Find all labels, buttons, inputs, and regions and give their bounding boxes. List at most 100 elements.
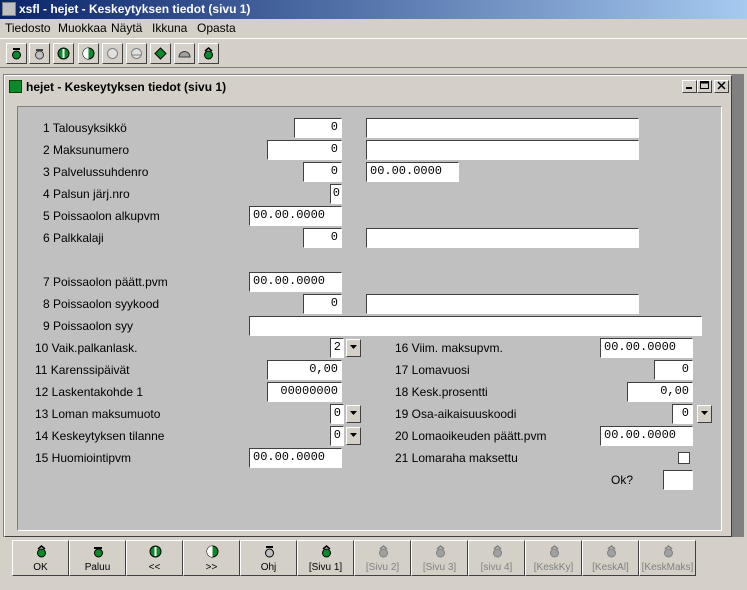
sivu4-button-label: [sivu 4] bbox=[480, 562, 513, 573]
tool-prev-icon bbox=[57, 47, 70, 60]
f14-dropdown-button[interactable] bbox=[346, 427, 361, 445]
ok-button[interactable]: OK bbox=[12, 540, 69, 576]
f10-label: 10 Vaik.palkanlask. bbox=[35, 341, 138, 355]
child-window-icon bbox=[9, 80, 22, 93]
minimize-icon bbox=[686, 87, 692, 89]
paluu-button[interactable]: Paluu bbox=[69, 540, 126, 576]
ok-icon bbox=[37, 545, 46, 558]
maximize-icon bbox=[700, 81, 709, 89]
f8-input[interactable]: 0 bbox=[303, 294, 342, 314]
tool-next-button[interactable] bbox=[78, 43, 99, 64]
f10-input[interactable]: 2 bbox=[330, 338, 344, 358]
tool-refresh-button[interactable] bbox=[198, 43, 219, 64]
f14-label: 14 Keskeytyksen tilanne bbox=[35, 429, 165, 443]
f3-input[interactable]: 0 bbox=[303, 162, 342, 182]
f15-input[interactable]: 00.00.0000 bbox=[249, 448, 342, 468]
sivu2-button-label: [Sivu 2] bbox=[365, 562, 400, 573]
menu-opasta[interactable]: Opasta bbox=[197, 21, 236, 35]
minimize-button[interactable] bbox=[682, 80, 697, 93]
next-icon bbox=[206, 545, 219, 558]
child-titlebar: hejet - Keskeytyksen tiedot (sivu 1) bbox=[7, 78, 729, 96]
ohj-button[interactable]: Ohj bbox=[240, 540, 297, 576]
f16-input[interactable]: 00.00.0000 bbox=[600, 338, 693, 358]
sivu2-button[interactable]: [Sivu 2] bbox=[354, 540, 411, 576]
menu-nayta[interactable]: Näytä bbox=[111, 21, 142, 35]
page-icon bbox=[493, 545, 502, 558]
tool-back-button[interactable] bbox=[29, 43, 50, 64]
page-icon bbox=[436, 545, 445, 558]
keskal-button[interactable]: [KeskAl] bbox=[582, 540, 639, 576]
f3-date: 00.00.0000 bbox=[366, 162, 459, 182]
ok-button-label: OK bbox=[33, 562, 48, 573]
tool-ok-button[interactable] bbox=[6, 43, 27, 64]
page-icon bbox=[664, 545, 673, 558]
maximize-button[interactable] bbox=[697, 80, 712, 93]
toolbar bbox=[0, 38, 747, 68]
tool-refresh-icon bbox=[204, 47, 213, 60]
prev-page-button[interactable]: << bbox=[126, 540, 183, 576]
f16-label: 16 Viim. maksupvm. bbox=[395, 341, 503, 355]
tool-diamond-icon bbox=[154, 47, 167, 60]
f5-input[interactable]: 00.00.0000 bbox=[249, 206, 342, 226]
ok-label: Ok? bbox=[611, 473, 634, 487]
tool-gauge-button[interactable] bbox=[174, 43, 195, 64]
tool-next-icon bbox=[82, 47, 95, 60]
f18-label: 18 Kesk.prosentti bbox=[395, 385, 488, 399]
keskky-button[interactable]: [KeskKy] bbox=[525, 540, 582, 576]
page-icon bbox=[379, 545, 388, 558]
sivu3-button[interactable]: [Sivu 3] bbox=[411, 540, 468, 576]
keskky-button-label: [KeskKy] bbox=[533, 562, 574, 573]
f4-label: 4 Palsun järj.nro bbox=[43, 187, 130, 201]
tool-diamond-button[interactable] bbox=[150, 43, 171, 64]
prev-page-label: << bbox=[148, 562, 161, 573]
keskmaks-button[interactable]: [KeskMaks] bbox=[639, 540, 696, 576]
menu-tiedosto[interactable]: Tiedosto bbox=[5, 21, 51, 35]
f21-checkbox[interactable] bbox=[678, 452, 690, 464]
f9-label: 9 Poissaolon syy bbox=[43, 319, 134, 333]
f2-desc bbox=[366, 140, 639, 160]
f13-dropdown-button[interactable] bbox=[346, 405, 361, 423]
f19-input[interactable]: 0 bbox=[672, 404, 693, 424]
app-icon bbox=[2, 2, 16, 16]
f17-input[interactable]: 0 bbox=[654, 360, 693, 380]
f18-input[interactable]: 0,00 bbox=[627, 382, 693, 402]
menu-muokkaa[interactable]: Muokkaa bbox=[58, 21, 107, 35]
close-button[interactable] bbox=[714, 80, 729, 93]
f13-input[interactable]: 0 bbox=[330, 404, 344, 424]
tool-circle-button[interactable] bbox=[102, 43, 123, 64]
page-icon bbox=[607, 545, 616, 558]
f11-label: 11 Karenssipäivät bbox=[35, 363, 130, 377]
f20-input[interactable]: 00.00.0000 bbox=[600, 426, 693, 446]
sivu1-button[interactable]: [Sivu 1] bbox=[297, 540, 354, 576]
f9-input[interactable] bbox=[249, 316, 702, 336]
next-page-label: >> bbox=[205, 562, 218, 573]
chevron-down-icon bbox=[701, 411, 708, 415]
f2-label: 2 Maksunumero bbox=[43, 143, 130, 157]
tool-half-circle-button[interactable] bbox=[126, 43, 147, 64]
f21-label: 21 Lomaraha maksettu bbox=[395, 451, 518, 465]
f8-desc bbox=[366, 294, 639, 314]
f6-input[interactable]: 0 bbox=[303, 228, 342, 248]
f1-input[interactable]: 0 bbox=[294, 118, 342, 138]
tool-gauge-icon bbox=[178, 51, 191, 58]
ok-input[interactable] bbox=[663, 470, 693, 490]
menu-ikkuna[interactable]: Ikkuna bbox=[152, 21, 187, 35]
chevron-down-icon bbox=[350, 345, 357, 349]
prev-icon bbox=[149, 545, 162, 558]
f2-input[interactable]: 0 bbox=[267, 140, 342, 160]
tool-prev-button[interactable] bbox=[53, 43, 74, 64]
f14-input[interactable]: 0 bbox=[330, 426, 344, 446]
f19-dropdown-button[interactable] bbox=[697, 405, 712, 423]
next-page-button[interactable]: >> bbox=[183, 540, 240, 576]
f7-input[interactable]: 00.00.0000 bbox=[249, 272, 342, 292]
f4-input[interactable]: 0 bbox=[330, 184, 342, 204]
keskal-button-label: [KeskAl] bbox=[592, 562, 629, 573]
child-title: hejet - Keskeytyksen tiedot (sivu 1) bbox=[26, 80, 227, 94]
f10-dropdown-button[interactable] bbox=[346, 339, 361, 357]
f12-input[interactable]: 00000000 bbox=[267, 382, 342, 402]
tool-half-circle-icon bbox=[131, 48, 142, 59]
sivu4-button[interactable]: [sivu 4] bbox=[468, 540, 525, 576]
f11-input[interactable]: 0,00 bbox=[267, 360, 342, 380]
f6-desc bbox=[366, 228, 639, 248]
menu-bar: Tiedosto Muokkaa Näytä Ikkuna Opasta bbox=[0, 19, 747, 38]
